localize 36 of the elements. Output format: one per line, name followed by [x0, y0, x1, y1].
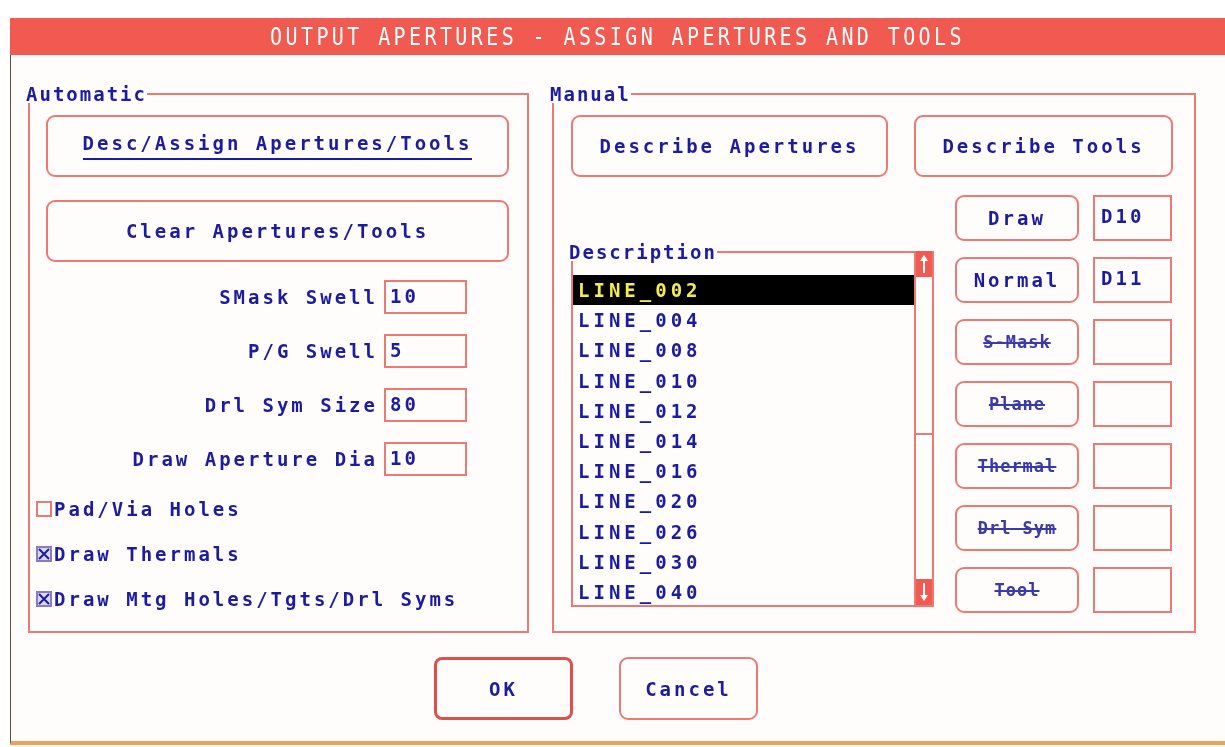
input-field[interactable]: D11 [1093, 257, 1172, 303]
list-item[interactable]: LINE_008 [573, 335, 914, 366]
group-label: Manual [550, 85, 631, 103]
checkbox-label: Pad/Via Holes [54, 498, 242, 520]
field-label: Drl Sym Size [204, 394, 378, 416]
checkbox-label: Draw Mtg Holes/Tgts/Drl Syms [54, 588, 459, 610]
dialog-button[interactable]: OK [434, 657, 573, 720]
input-field[interactable]: 10 [384, 280, 467, 314]
action-button[interactable]: Describe Apertures [571, 115, 888, 177]
list-item[interactable]: LINE_012 [573, 395, 914, 426]
window-title: OUTPUT APERTURES - ASSIGN APERTURES AND TOOLS [270, 22, 965, 51]
list-item[interactable]: LINE_004 [573, 305, 914, 336]
list-item[interactable]: LINE_002 [573, 275, 914, 306]
group-label: Description [569, 243, 717, 261]
action-button[interactable]: Describe Tools [914, 115, 1173, 177]
input-field[interactable]: 10 [384, 442, 467, 476]
action-button[interactable]: Clear Apertures/Tools [46, 200, 509, 262]
field-label: SMask Swell [219, 286, 378, 308]
action-button[interactable]: Desc/Assign Apertures/Tools [46, 115, 509, 177]
input-field[interactable]: 80 [384, 388, 467, 422]
field-label: Draw Aperture Dia [132, 448, 378, 470]
dialog-button[interactable]: Cancel [619, 657, 758, 720]
input-field[interactable]: 5 [384, 334, 467, 368]
assign-button[interactable]: Normal [955, 257, 1079, 303]
assign-button[interactable]: Draw [955, 195, 1079, 241]
input-field[interactable]: D10 [1093, 195, 1172, 241]
field-label: P/G Swell [248, 340, 378, 362]
list-item[interactable]: LINE_040 [573, 576, 914, 608]
list-item[interactable]: LINE_020 [573, 486, 914, 517]
list-item[interactable]: LINE_026 [573, 516, 914, 547]
checkbox-label: Draw Thermals [54, 543, 242, 565]
list-item[interactable]: LINE_014 [573, 425, 914, 457]
list-item[interactable]: LINE_010 [573, 365, 914, 396]
list-item[interactable]: LINE_030 [573, 546, 914, 577]
list-item[interactable]: LINE_016 [573, 456, 914, 487]
group-label: Automatic [26, 85, 147, 103]
